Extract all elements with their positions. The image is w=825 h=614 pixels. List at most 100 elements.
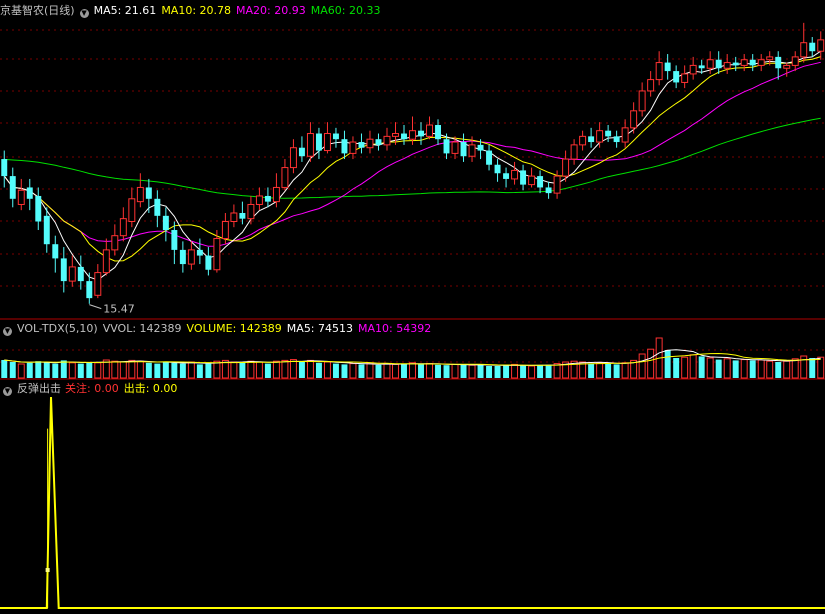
- volume-bar-up: [213, 360, 221, 379]
- candle-body-down: [732, 62, 739, 66]
- volume-bar-down: [264, 363, 271, 378]
- candle-body-down: [588, 136, 595, 143]
- volume-bar-up: [306, 359, 314, 379]
- vol-title: VOL-TDX(5,10): [17, 322, 98, 335]
- volume-menu-icon[interactable]: ▼: [3, 327, 12, 336]
- volume-bar-down: [588, 363, 595, 378]
- candle-body-up: [94, 272, 102, 296]
- candle-body-down: [162, 215, 169, 231]
- volume-bar-down: [418, 364, 424, 378]
- volume-bar-up: [392, 363, 399, 379]
- volume-bar-down: [613, 364, 620, 378]
- volume-bar-up: [323, 361, 331, 379]
- candle-body-up: [681, 73, 689, 83]
- candle-body-down: [605, 130, 612, 137]
- volume-bars: [1, 337, 825, 379]
- price-panel-header: 京基智农(日线) ▼ MA5: 21.61 MA10: 20.78 MA20: 20.9…: [0, 3, 385, 19]
- exit-value: : 0.00: [145, 382, 178, 395]
- candle-body-down: [486, 150, 493, 165]
- candle-body-up: [570, 144, 578, 160]
- volume-bar-down: [375, 364, 382, 378]
- moving-average-lines: [3, 50, 821, 281]
- candle-body-up: [528, 175, 536, 186]
- candle-body-up: [511, 169, 519, 180]
- candle-body-up: [579, 135, 587, 146]
- candle-body-down: [1, 159, 8, 177]
- candle-body-up: [451, 141, 459, 154]
- candle-body-up: [281, 167, 289, 188]
- volume-bar-down: [26, 362, 33, 378]
- candle-body-down: [698, 65, 705, 69]
- candle-body-down: [537, 176, 544, 188]
- candle-body-up: [136, 186, 144, 203]
- candlestick-series: [1, 22, 825, 304]
- candle-body-up: [757, 59, 765, 66]
- candle-body-up: [655, 62, 663, 81]
- volume-bar-up: [757, 359, 765, 379]
- signal-panel-header: ▼ 反弹出击 关注: 0.00 出击: 0.00: [0, 381, 182, 397]
- volume-bar-down: [179, 363, 186, 378]
- candle-body-up: [221, 221, 229, 240]
- ma10-label: MA10: 20.78: [161, 4, 232, 17]
- candle-body-up: [255, 195, 263, 205]
- volume-bar-down: [77, 363, 84, 378]
- candle-body-up: [17, 189, 25, 205]
- candle-body-down: [179, 249, 186, 265]
- volume-bar-down: [43, 362, 50, 378]
- candle-body-down: [775, 56, 782, 69]
- signal-main-line: [0, 396, 825, 609]
- low-marker-line: [89, 304, 102, 310]
- watch-label: 关注: [65, 382, 87, 395]
- exit-label: 出击: [123, 382, 146, 395]
- candle-body-up: [68, 266, 76, 282]
- candle-body-up: [621, 127, 629, 143]
- volume-bar-up: [468, 364, 476, 379]
- candle-body-down: [418, 130, 424, 137]
- indicator-menu-icon[interactable]: ▼: [79, 9, 89, 18]
- candle-body-down: [171, 230, 178, 250]
- volume-bar-up: [766, 360, 774, 379]
- ma60-label: MA60: 20.33: [310, 4, 381, 17]
- volume-bar-down: [698, 356, 705, 378]
- candle-body-down: [196, 249, 203, 256]
- volume-bar-down: [9, 362, 16, 378]
- candle-body-up: [289, 147, 297, 169]
- volume-bar-down: [60, 360, 67, 378]
- candle-body-down: [460, 142, 467, 157]
- volume-bar-up: [621, 362, 629, 379]
- candle-body-up: [102, 249, 110, 274]
- volume-bar-down: [443, 365, 450, 378]
- candle-body-down: [545, 187, 552, 194]
- candle-body-down: [77, 266, 84, 282]
- stock-title: 京基智农(日线): [0, 4, 75, 17]
- volume-bar-down: [732, 360, 739, 378]
- candle-body-down: [298, 147, 305, 157]
- candle-body-up: [272, 186, 280, 203]
- candle-body-up: [247, 203, 255, 220]
- volume-bar-down: [171, 362, 178, 378]
- volume-bar-up: [638, 353, 646, 379]
- signal-menu-icon[interactable]: ▼: [3, 387, 12, 396]
- candle-body-down: [239, 212, 246, 219]
- volume-bar-down: [86, 362, 93, 378]
- volume-bar-down: [664, 350, 671, 378]
- volume-bar-down: [809, 358, 816, 378]
- volume-bar-up: [119, 361, 127, 379]
- candle-body-down: [809, 42, 816, 52]
- volume-bar-up: [94, 362, 102, 379]
- volume-bar-down: [715, 359, 722, 378]
- candle-body-down: [494, 164, 501, 174]
- candle-body-down: [435, 125, 441, 140]
- candle-body-down: [35, 195, 42, 222]
- volume-bar-up: [247, 360, 255, 379]
- ma20-label: MA20: 20.93: [236, 4, 306, 17]
- volume-bar-up: [383, 363, 391, 379]
- volume-bar-up: [783, 360, 791, 379]
- volume-bar-down: [494, 366, 501, 378]
- volume-bar-down: [435, 364, 441, 378]
- ma5-label: MA5: 21.61: [93, 4, 157, 17]
- volume-bar-down: [605, 363, 612, 378]
- candle-body-up: [800, 42, 808, 58]
- candle-body-down: [401, 133, 407, 140]
- volume-bar-up: [289, 359, 297, 379]
